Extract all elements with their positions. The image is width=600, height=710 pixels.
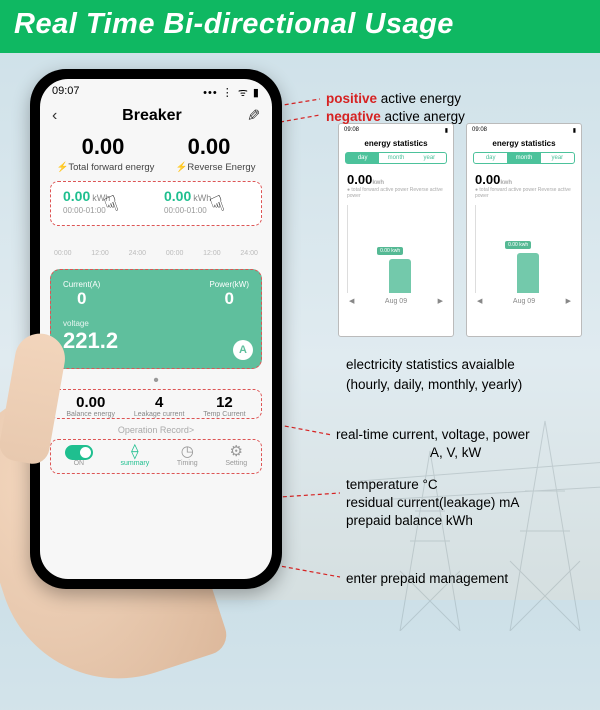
- screen-title: Breaker: [122, 107, 182, 125]
- bolt-icon: ⚡: [57, 162, 69, 173]
- realtime-card[interactable]: Current(A) 0 Power(kW) 0 voltage 221.2 A: [50, 269, 262, 369]
- stats-screenshot-day: 09:08▮ energy statistics day month year …: [338, 123, 454, 337]
- annotation-rt2: A, V, kW: [430, 443, 481, 463]
- reverse-hour-value: 0.00: [164, 188, 191, 204]
- nav-setting[interactable]: ⚙Setting: [225, 444, 247, 467]
- edit-icon[interactable]: ✎: [247, 106, 260, 126]
- annotation-prepaid-mgmt: enter prepaid management: [346, 569, 508, 589]
- toggle-icon[interactable]: [65, 445, 93, 460]
- annotation-negative: negative active anergy: [326, 107, 465, 127]
- current-value: 0: [63, 289, 100, 309]
- tab-year[interactable]: year: [413, 153, 446, 163]
- operation-record-link[interactable]: Operation Record>: [40, 421, 272, 439]
- banner: Real Time Bi-directional Usage: [0, 0, 600, 53]
- current-label: Current(A): [63, 280, 100, 289]
- phone-frame: 09:07 ••• ⋮ ᯤ ▮ ‹ Breaker ✎ 0.00 0.00 ⚡T…: [30, 69, 282, 589]
- voltage-label: voltage: [63, 319, 249, 328]
- power-label: Power(kW): [209, 280, 249, 289]
- status-icons: ••• ⋮ ᯤ ▮: [203, 85, 260, 100]
- clock-icon: ◷: [177, 444, 198, 460]
- temp-value: 12: [203, 394, 245, 411]
- nav-timing[interactable]: ◷Timing: [177, 444, 198, 467]
- bottom-nav: ON ⟠summary ◷Timing ⚙Setting: [50, 439, 262, 474]
- power-value: 0: [209, 289, 249, 309]
- negative-energy-value: 0.00: [188, 134, 231, 160]
- nav-summary[interactable]: ⟠summary: [120, 444, 149, 467]
- tab-year[interactable]: year: [541, 153, 574, 163]
- bolt-icon: ⚡: [175, 162, 187, 173]
- tab-month[interactable]: month: [379, 153, 412, 163]
- clock: 09:07: [52, 85, 80, 100]
- hourly-energy-panel[interactable]: 0.00kWh 00:00-01:00 0.00kWh 00:00-01:00 …: [50, 181, 262, 226]
- balance-value: 0.00: [66, 394, 115, 411]
- forward-energy-label: Total forward energy: [68, 162, 154, 173]
- coins-icon: ⟠: [120, 444, 149, 460]
- next-icon[interactable]: ▶: [438, 297, 443, 305]
- phone-screen: 09:07 ••• ⋮ ᯤ ▮ ‹ Breaker ✎ 0.00 0.00 ⚡T…: [40, 79, 272, 579]
- voltage-value: 221.2: [63, 328, 249, 354]
- date-label: Aug 09: [385, 298, 407, 305]
- status-bar: 09:07 ••• ⋮ ᯤ ▮: [40, 79, 272, 102]
- tabs: day month year: [345, 152, 447, 164]
- mini-title: energy statistics: [467, 137, 581, 152]
- nav-on[interactable]: ON: [65, 445, 93, 467]
- leakage-value: 4: [134, 394, 185, 411]
- tab-day[interactable]: day: [474, 153, 507, 163]
- positive-energy-value: 0.00: [82, 134, 125, 160]
- temp-label: Temp Current: [203, 411, 245, 418]
- forward-hour-value: 0.00: [63, 188, 90, 204]
- back-icon[interactable]: ‹: [52, 107, 57, 125]
- annotation-prepaid-balance: prepaid balance kWh: [346, 511, 473, 531]
- tab-month[interactable]: month: [507, 153, 540, 163]
- phase-badge: A: [233, 340, 253, 360]
- gear-icon: ⚙: [225, 444, 247, 460]
- prev-icon[interactable]: ◀: [477, 297, 482, 305]
- mini-title: energy statistics: [339, 137, 453, 152]
- leakage-label: Leakage current: [134, 411, 185, 418]
- reverse-energy-label: Reverse Energy: [187, 162, 255, 173]
- stats-screenshot-month: 09:08▮ energy statistics day month year …: [466, 123, 582, 337]
- next-icon[interactable]: ▶: [566, 297, 571, 305]
- pager-dots: •: [40, 375, 272, 387]
- balance-label: Balance energy: [66, 411, 115, 418]
- prev-icon[interactable]: ◀: [349, 297, 354, 305]
- time-axis: 00:0012:0024:0000:0012:0024:00: [40, 230, 272, 263]
- tab-day[interactable]: day: [346, 153, 379, 163]
- metrics-row: 0.00Balance energy 4Leakage current 12Te…: [50, 389, 262, 419]
- date-label: Aug 09: [513, 298, 535, 305]
- annotation-stats: electricity statistics avaialble (hourly…: [346, 355, 522, 396]
